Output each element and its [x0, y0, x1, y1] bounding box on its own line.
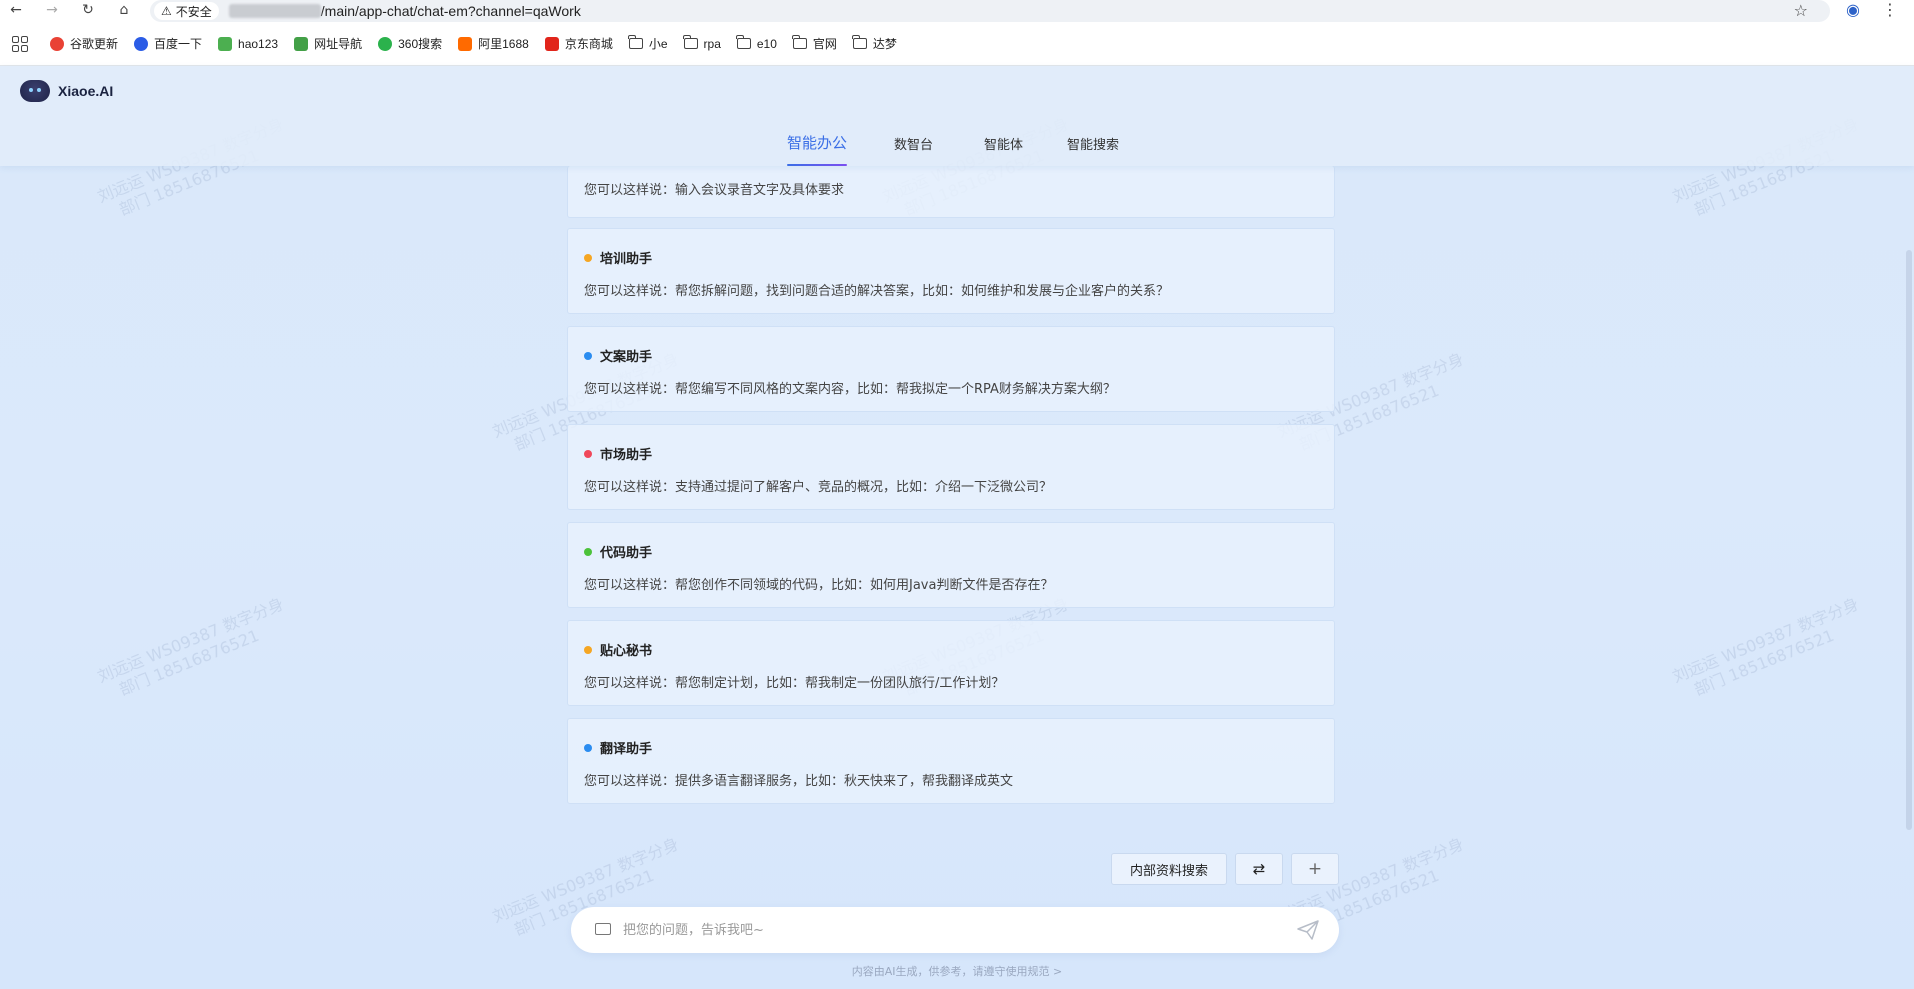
security-badge[interactable]: ⚠ 不安全 — [154, 2, 219, 20]
status-dot — [584, 645, 592, 654]
search360-icon — [378, 36, 393, 51]
scrollbar[interactable] — [1906, 250, 1912, 830]
apps-grid-icon[interactable] — [12, 35, 28, 52]
bookmarks-bar: 谷歌更新 百度一下 hao123 网址导航 360搜索 阿里1688 京东商城 … — [0, 22, 1914, 66]
url-path: /main/app-chat/chat-em?channel=qaWork — [320, 3, 581, 19]
profile-icon[interactable]: ◉ — [1846, 0, 1860, 19]
url-host-redacted — [228, 4, 321, 18]
assistant-card-desc: 您可以这样说：帮您拆解问题，找到问题合适的解决答案，比如：如何维护和发展与企业客… — [584, 284, 1170, 299]
bookmark-folder[interactable]: 达梦 — [852, 35, 897, 52]
folder-icon — [852, 35, 867, 49]
bookmark-folder[interactable]: e10 — [736, 35, 777, 51]
baidu-icon — [134, 36, 149, 51]
browser-menu-icon[interactable]: ⋮ — [1882, 0, 1898, 19]
chrome-icon — [50, 36, 64, 51]
assistant-card-title: 市场助手 — [600, 448, 653, 463]
disclaimer-text[interactable]: 内容由AI生成，供参考，请遵守使用规范 > — [0, 963, 1914, 979]
assistant-card[interactable]: 翻译助手 您可以这样说：提供多语言翻译服务，比如：秋天快来了，帮我翻译成英文 — [567, 718, 1335, 804]
assistant-card[interactable]: 您可以这样说：输入会议录音文字及具体要求 — [567, 166, 1335, 218]
status-dot — [584, 351, 592, 360]
app-logo[interactable]: Xiaoe.AI — [20, 80, 113, 102]
bookmark-item[interactable]: 百度一下 — [134, 35, 202, 52]
chat-input-box — [571, 907, 1339, 953]
internal-search-button[interactable]: 内部资料搜索 — [1111, 853, 1227, 885]
bookmark-item[interactable]: 阿里1688 — [458, 35, 529, 52]
watermark: 刘远运 WS09387 数字分身 部门 18516876521 — [94, 594, 287, 700]
send-icon[interactable] — [1297, 920, 1319, 940]
jd-icon — [544, 36, 559, 51]
home-icon[interactable]: ⌂ — [114, 0, 134, 20]
top-tabs: 智能办公 数智台 智能体 智能搜索 — [0, 132, 1914, 166]
assistant-card-title: 文案助手 — [600, 350, 653, 365]
tab-agents[interactable]: 智能体 — [984, 134, 1023, 168]
assistant-card[interactable]: 贴心秘书 您可以这样说：帮您制定计划，比如：帮我制定一份团队旅行/工作计划？ — [567, 620, 1335, 706]
bookmark-folder[interactable]: rpa — [683, 35, 721, 51]
warning-icon: ⚠ — [161, 4, 172, 18]
assistant-card-desc: 您可以这样说：帮您创作不同领域的代码，比如：如何用Java判断文件是否存在？ — [584, 578, 1054, 593]
robot-logo-icon — [20, 80, 50, 102]
bookmark-item[interactable]: 京东商城 — [544, 35, 613, 52]
folder-icon — [736, 35, 751, 49]
bookmark-star-icon[interactable]: ☆ — [1794, 1, 1808, 20]
assistant-card[interactable]: 文案助手 您可以这样说：帮您编写不同风格的文案内容，比如：帮我拟定一个RPA财务… — [567, 326, 1335, 412]
assistant-card-desc: 您可以这样说：帮您编写不同风格的文案内容，比如：帮我拟定一个RPA财务解决方案大… — [584, 382, 1116, 397]
status-dot — [584, 253, 592, 262]
alibaba-icon — [458, 36, 473, 51]
folder-icon — [628, 35, 643, 49]
folder-icon[interactable] — [595, 923, 611, 935]
assistant-card[interactable]: 培训助手 您可以这样说：帮您拆解问题，找到问题合适的解决答案，比如：如何维护和发… — [567, 228, 1335, 314]
assistant-card-desc: 您可以这样说：输入会议录音文字及具体要求 — [584, 183, 845, 198]
tab-data-platform[interactable]: 数智台 — [894, 134, 933, 168]
bookmark-item[interactable]: 360搜索 — [378, 35, 442, 52]
bookmark-folder[interactable]: 官网 — [792, 35, 837, 52]
status-dot — [584, 743, 592, 752]
tab-smart-office[interactable]: 智能办公 — [787, 132, 848, 166]
bookmark-item[interactable]: 网址导航 — [294, 35, 362, 52]
bookmark-folder[interactable]: 小e — [628, 35, 668, 52]
assistant-card-desc: 您可以这样说：支持通过提问了解客户、竞品的概况，比如：介绍一下泛微公司？ — [584, 480, 1053, 495]
tab-smart-search[interactable]: 智能搜索 — [1067, 134, 1119, 168]
app-header: Xiaoe.AI 智能办公 数智台 智能体 智能搜索 — [0, 66, 1914, 166]
assistant-card-desc: 您可以这样说：提供多语言翻译服务，比如：秋天快来了，帮我翻译成英文 — [584, 774, 1014, 789]
browser-address-bar: ← → ↻ ⌂ ⚠ 不安全 /main/app-chat/chat-em?cha… — [0, 0, 1914, 22]
assistant-card[interactable]: 代码助手 您可以这样说：帮您创作不同领域的代码，比如：如何用Java判断文件是否… — [567, 522, 1335, 608]
status-dot — [584, 547, 592, 556]
chat-input[interactable] — [623, 919, 1263, 941]
status-dot — [584, 449, 592, 458]
bookmark-item[interactable]: 谷歌更新 — [50, 35, 118, 52]
house-icon — [294, 36, 309, 51]
forward-icon[interactable]: → — [42, 0, 62, 20]
bookmark-item[interactable]: hao123 — [218, 36, 278, 51]
assistant-card-title: 培训助手 — [600, 252, 653, 267]
assistant-card-title: 贴心秘书 — [600, 644, 653, 659]
add-button[interactable]: + — [1291, 853, 1339, 885]
hao123-icon — [218, 36, 233, 51]
assistant-card-desc: 您可以这样说：帮您制定计划，比如：帮我制定一份团队旅行/工作计划？ — [584, 676, 1005, 691]
assistant-card-title: 代码助手 — [600, 546, 653, 561]
switch-button[interactable]: ⇄ — [1235, 853, 1283, 885]
back-icon[interactable]: ← — [6, 0, 26, 20]
assistant-card[interactable]: 市场助手 您可以这样说：支持通过提问了解客户、竞品的概况，比如：介绍一下泛微公司… — [567, 424, 1335, 510]
folder-icon — [792, 35, 807, 49]
folder-icon — [683, 35, 698, 49]
url-field[interactable]: ⚠ 不安全 /main/app-chat/chat-em?channel=qaW… — [150, 0, 1830, 22]
reload-icon[interactable]: ↻ — [78, 0, 98, 20]
assistant-card-title: 翻译助手 — [600, 742, 653, 757]
watermark: 刘远运 WS09387 数字分身 部门 18516876521 — [1669, 594, 1862, 700]
